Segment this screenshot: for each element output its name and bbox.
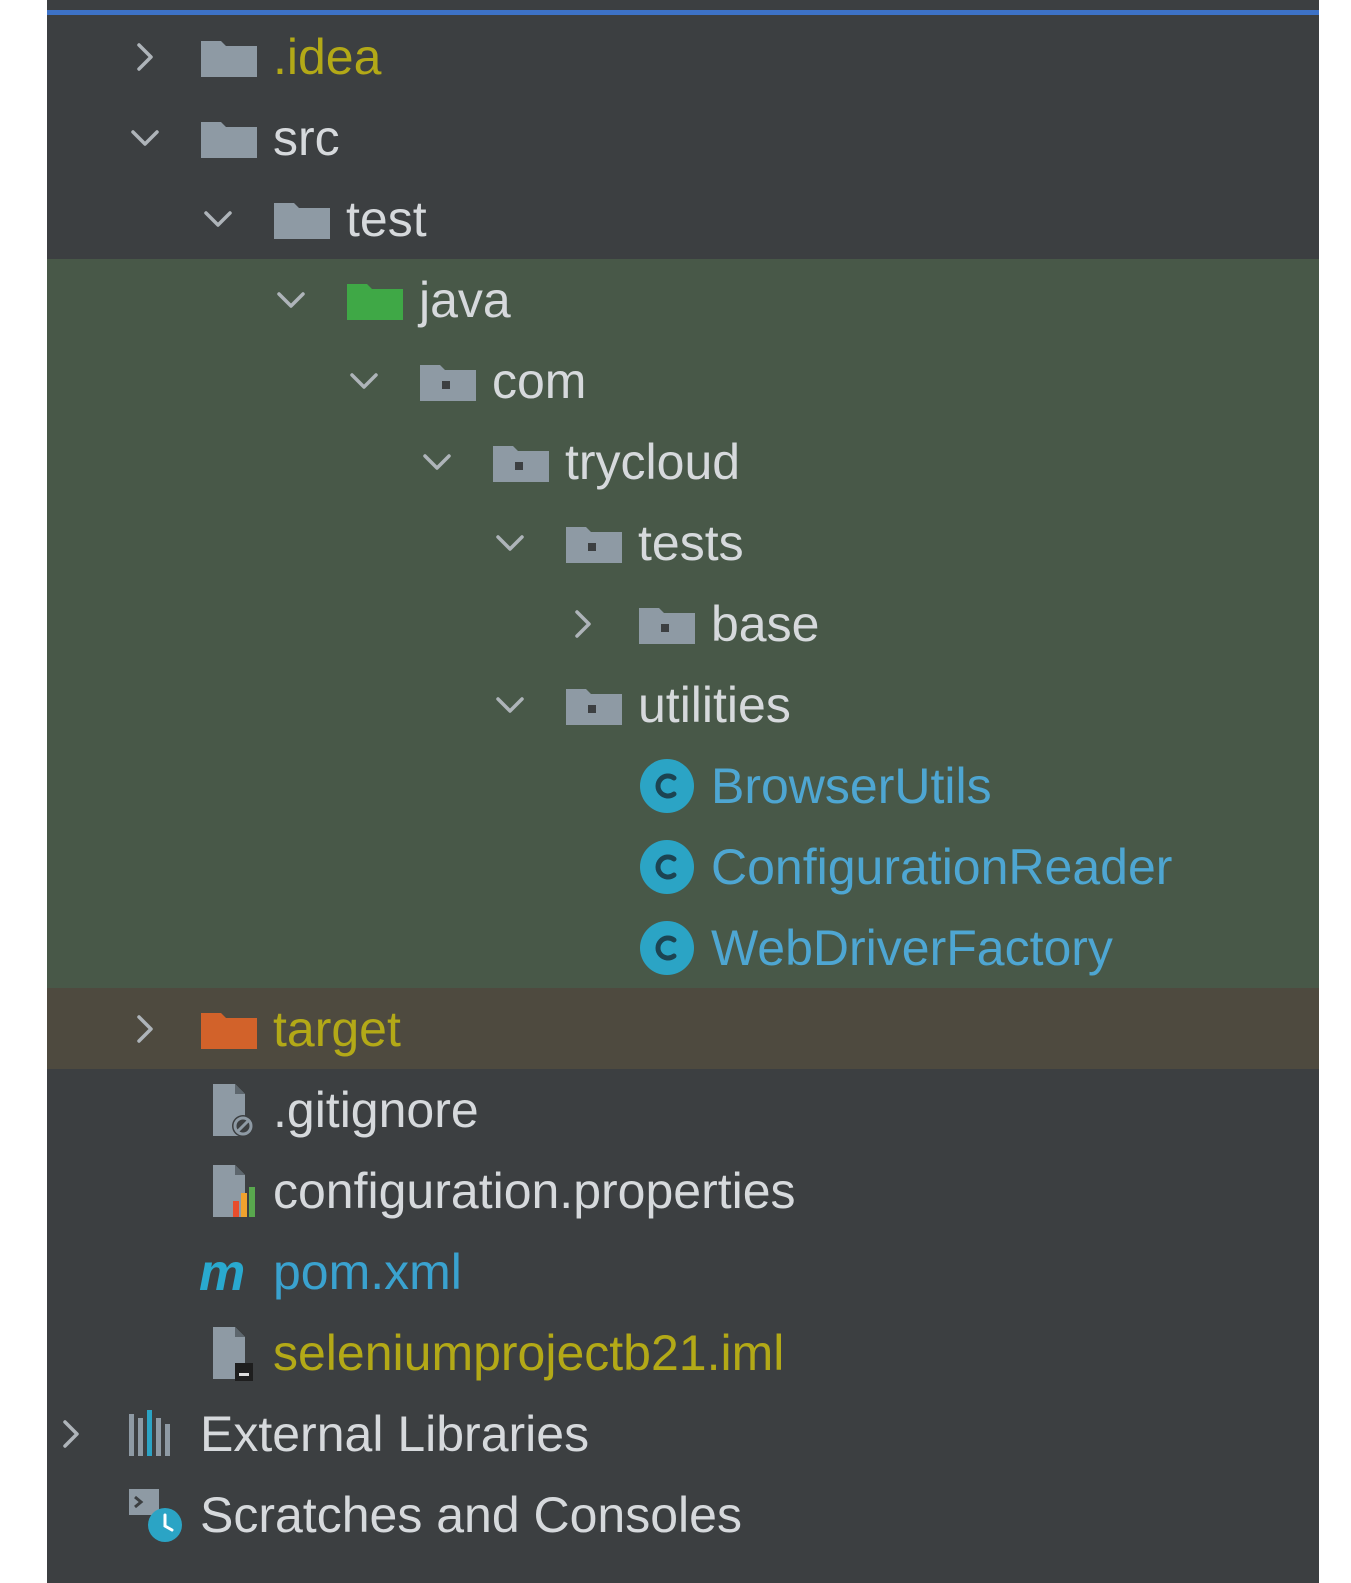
- tree-row-test[interactable]: test: [47, 179, 1319, 260]
- folder-icon: [199, 108, 259, 168]
- tree-row-com[interactable]: com: [47, 341, 1319, 422]
- tree-row-label: ConfigurationReader: [711, 839, 1173, 895]
- chevron-down-icon[interactable]: [200, 201, 236, 237]
- chevron-right-icon[interactable]: [565, 606, 601, 642]
- tree-row-label: java: [419, 272, 511, 328]
- tree-row-idea[interactable]: .idea: [47, 17, 1319, 98]
- tree-row-external-libraries[interactable]: External Libraries: [47, 1394, 1319, 1475]
- tree-row-label: com: [492, 353, 587, 409]
- tree-row-label: src: [273, 110, 340, 166]
- tree-row-label: target: [273, 1001, 401, 1057]
- tree-row-utilities[interactable]: utilities: [47, 665, 1319, 746]
- properties-file-icon: [199, 1161, 259, 1221]
- chevron-down-icon[interactable]: [419, 444, 455, 480]
- tree-row-base[interactable]: base: [47, 584, 1319, 665]
- tree-row-configurationreader[interactable]: ConfigurationReader: [47, 827, 1319, 908]
- folder-icon: [272, 189, 332, 249]
- excluded-folder-icon: [199, 999, 259, 1059]
- chevron-down-icon[interactable]: [492, 687, 528, 723]
- chevron-right-icon[interactable]: [127, 1011, 163, 1047]
- chevron-right-icon[interactable]: [127, 39, 163, 75]
- tree-row-src[interactable]: src: [47, 98, 1319, 179]
- tree-row-java[interactable]: java: [47, 260, 1319, 341]
- tree-row-label: pom.xml: [273, 1244, 462, 1300]
- chevron-down-icon[interactable]: [127, 120, 163, 156]
- tree-row-scratches[interactable]: Scratches and Consoles: [47, 1475, 1319, 1556]
- focus-accent-bar: [47, 10, 1319, 15]
- gitignore-file-icon: [199, 1080, 259, 1140]
- tree-row-pom-xml[interactable]: m pom.xml: [47, 1232, 1319, 1313]
- tree-row-configuration-properties[interactable]: configuration.properties: [47, 1151, 1319, 1232]
- tree-row-label: trycloud: [565, 434, 741, 490]
- project-tree: .idea src test java com trycloud tests b…: [47, 0, 1319, 1583]
- tree-row-tests[interactable]: tests: [47, 503, 1319, 584]
- maven-icon: m: [199, 1242, 259, 1302]
- scratches-icon: [125, 1485, 185, 1545]
- java-class-icon: [637, 918, 697, 978]
- chevron-right-icon[interactable]: [53, 1416, 89, 1452]
- tree-row-trycloud[interactable]: trycloud: [47, 422, 1319, 503]
- tree-row-label: base: [711, 596, 820, 652]
- tree-row-label: .gitignore: [273, 1082, 479, 1138]
- package-icon: [491, 432, 551, 492]
- tree-row-label: seleniumprojectb21.iml: [273, 1325, 785, 1381]
- iml-file-icon: [199, 1323, 259, 1383]
- package-icon: [418, 351, 478, 411]
- test-root-folder-icon: [345, 270, 405, 330]
- chevron-down-icon[interactable]: [346, 363, 382, 399]
- tree-row-target[interactable]: target: [47, 989, 1319, 1070]
- tree-row-label: External Libraries: [200, 1406, 590, 1462]
- package-icon: [564, 513, 624, 573]
- java-class-icon: [637, 837, 697, 897]
- tree-row-label: configuration.properties: [273, 1163, 796, 1219]
- tree-row-gitignore[interactable]: .gitignore: [47, 1070, 1319, 1151]
- tree-row-browserutils[interactable]: BrowserUtils: [47, 746, 1319, 827]
- package-icon: [564, 675, 624, 735]
- tree-row-label: .idea: [273, 29, 382, 85]
- tree-row-label: utilities: [638, 677, 791, 733]
- tree-row-label: BrowserUtils: [711, 758, 992, 814]
- chevron-down-icon[interactable]: [273, 282, 309, 318]
- tree-row-label: test: [346, 191, 427, 247]
- chevron-down-icon[interactable]: [492, 525, 528, 561]
- tree-row-webdriverfactory[interactable]: WebDriverFactory: [47, 908, 1319, 989]
- tree-row-label: Scratches and Consoles: [200, 1487, 742, 1543]
- java-class-icon: [637, 756, 697, 816]
- tree-row-iml[interactable]: seleniumprojectb21.iml: [47, 1313, 1319, 1394]
- package-icon: [637, 594, 697, 654]
- libraries-icon: [125, 1404, 185, 1464]
- folder-icon: [199, 27, 259, 87]
- svg-text:m: m: [199, 1244, 245, 1302]
- tree-row-label: tests: [638, 515, 744, 571]
- tree-row-label: WebDriverFactory: [711, 920, 1113, 976]
